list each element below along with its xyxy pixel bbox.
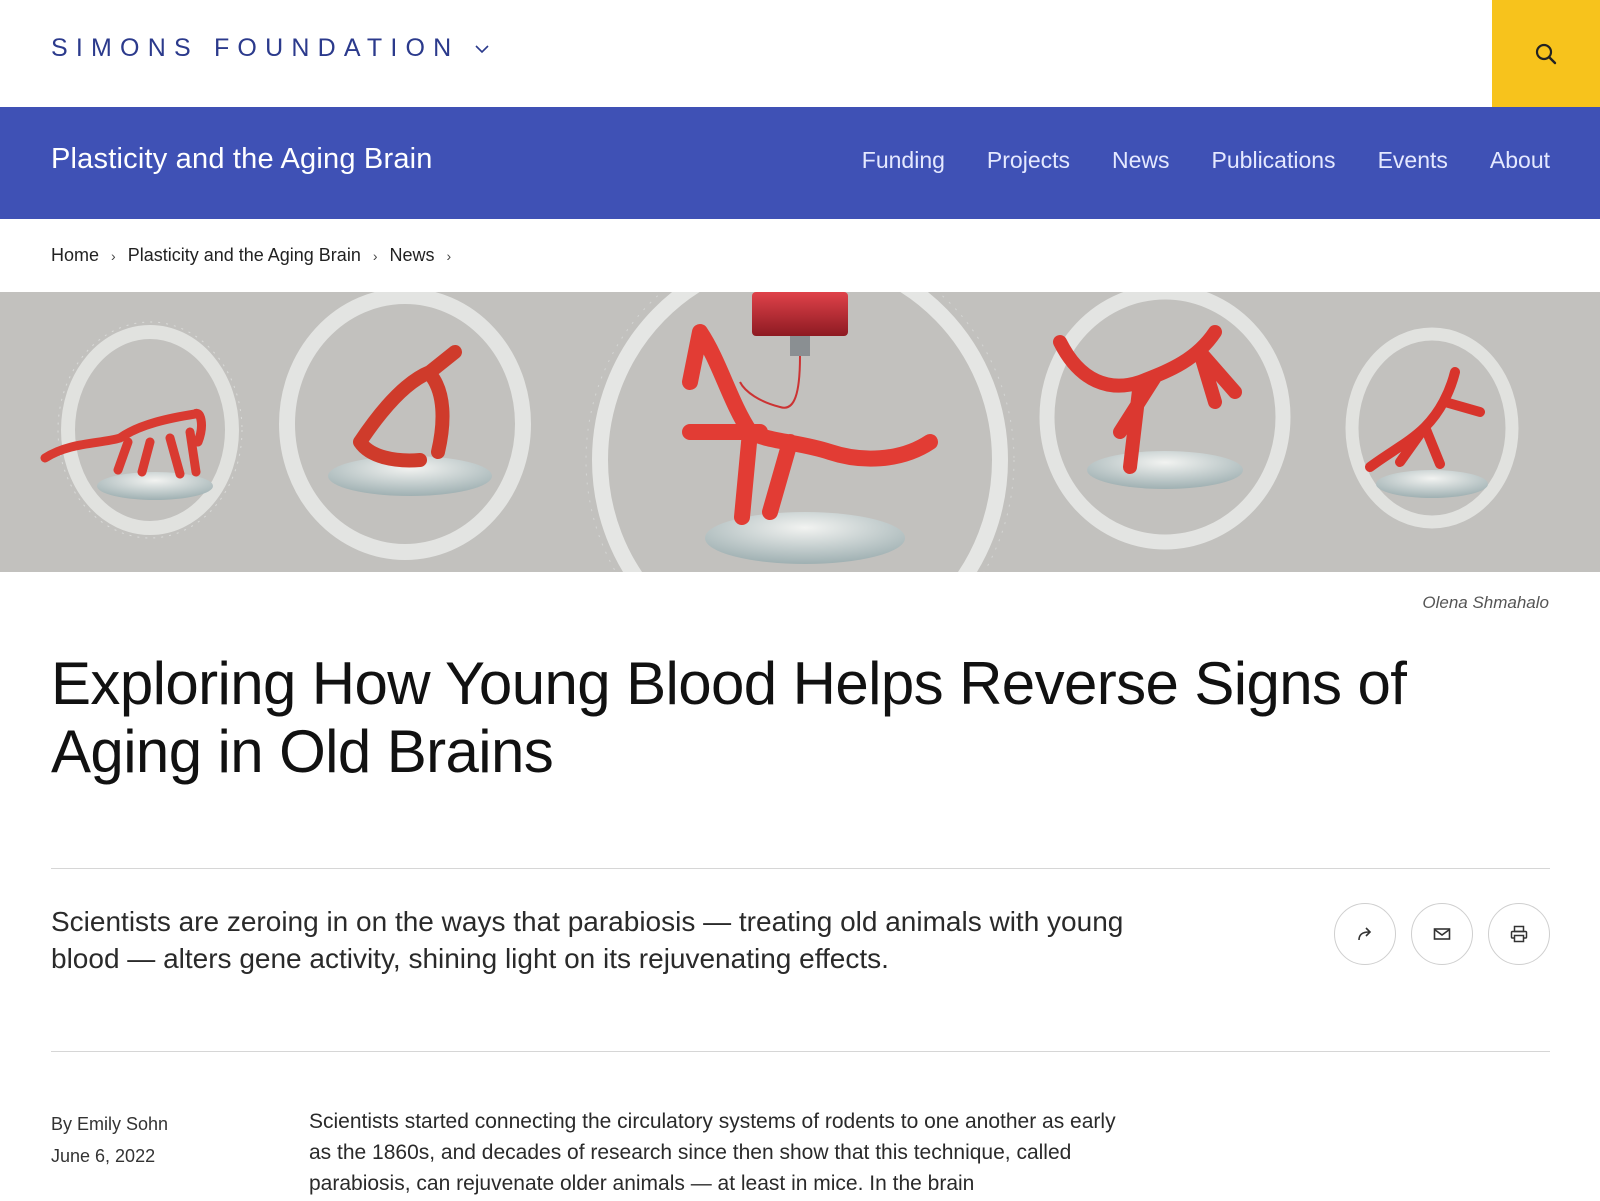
chevron-down-icon bbox=[475, 44, 489, 53]
share-button[interactable] bbox=[1334, 903, 1396, 965]
ring-illustration bbox=[40, 321, 243, 539]
nav-link-projects[interactable]: Projects bbox=[987, 147, 1070, 174]
article-meta: By Emily Sohn June 6, 2022 bbox=[51, 1108, 168, 1172]
share-icon bbox=[1358, 927, 1372, 941]
program-title[interactable]: Plasticity and the Aging Brain bbox=[51, 143, 433, 176]
breadcrumb-separator-icon: › bbox=[372, 247, 378, 264]
nav-link-publications[interactable]: Publications bbox=[1212, 147, 1336, 174]
image-credit: Olena Shmahalo bbox=[1422, 593, 1549, 612]
divider bbox=[51, 868, 1550, 869]
article-body-paragraph: Scientists started connecting the circul… bbox=[309, 1110, 1116, 1195]
program-nav-links: Funding Projects News Publications Event… bbox=[862, 147, 1550, 174]
breadcrumb: Home › Plasticity and the Aging Brain › … bbox=[51, 245, 463, 266]
blood-bag-icon bbox=[752, 292, 848, 336]
site-header: SIMONS FOUNDATION bbox=[0, 0, 1600, 107]
author-byline[interactable]: By Emily Sohn bbox=[51, 1108, 168, 1140]
publish-date: June 6, 2022 bbox=[51, 1146, 156, 1166]
program-nav: Plasticity and the Aging Brain Funding P… bbox=[0, 107, 1600, 219]
search-icon bbox=[1535, 43, 1557, 64]
ring-illustration bbox=[585, 292, 1015, 572]
ring-illustration bbox=[1039, 292, 1291, 550]
ring-illustration bbox=[1345, 327, 1519, 529]
site-logo[interactable]: SIMONS FOUNDATION bbox=[51, 34, 491, 63]
nav-link-events[interactable]: Events bbox=[1378, 147, 1448, 174]
email-icon bbox=[1433, 928, 1451, 940]
divider bbox=[51, 1051, 1550, 1052]
breadcrumb-home[interactable]: Home bbox=[51, 245, 99, 266]
breadcrumb-separator-icon: › bbox=[111, 247, 116, 264]
article-dek: Scientists are zeroing in on the ways th… bbox=[51, 906, 1124, 974]
email-button[interactable] bbox=[1411, 903, 1473, 965]
nav-link-about[interactable]: About bbox=[1490, 147, 1550, 174]
hero-illustration bbox=[0, 292, 1600, 572]
breadcrumb-program[interactable]: Plasticity and the Aging Brain bbox=[128, 245, 361, 266]
share-toolbar bbox=[1334, 903, 1550, 965]
article-title: Exploring How Young Blood Helps Reverse … bbox=[51, 650, 1407, 785]
nav-link-funding[interactable]: Funding bbox=[862, 147, 945, 174]
breadcrumb-news[interactable]: News bbox=[390, 245, 435, 266]
breadcrumb-separator-icon: › bbox=[446, 247, 452, 264]
nav-link-news[interactable]: News bbox=[1112, 147, 1170, 174]
print-button[interactable] bbox=[1488, 903, 1550, 965]
logo-text: SIMONS FOUNDATION bbox=[51, 34, 460, 62]
search-button[interactable] bbox=[1492, 0, 1600, 107]
ring-illustration bbox=[279, 292, 531, 560]
print-icon bbox=[1510, 925, 1528, 943]
